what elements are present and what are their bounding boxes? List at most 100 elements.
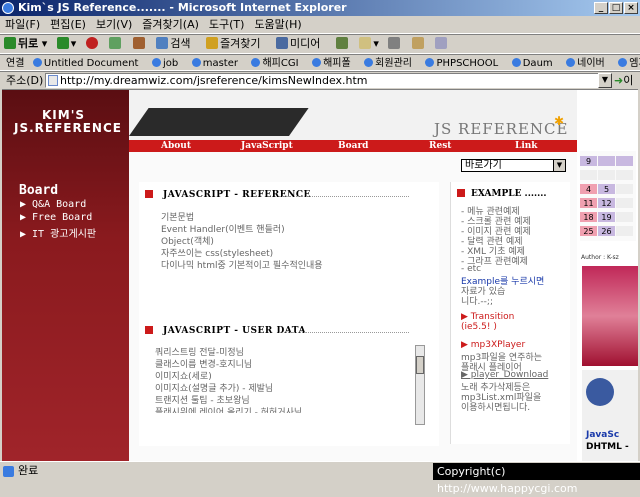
nav-rest[interactable]: Rest xyxy=(429,140,451,152)
transition-sub: (ie5.5! ) xyxy=(461,322,497,332)
favorites-button[interactable]: 즐겨찾기 xyxy=(206,35,266,53)
menu-edit[interactable]: 편집(E) xyxy=(45,16,91,34)
board-link-qa[interactable]: ▶ Q&A Board xyxy=(20,199,86,210)
stop-button[interactable] xyxy=(85,35,100,53)
address-input[interactable]: http://my.dreamwiz.com/jsreference/kimsN… xyxy=(45,73,599,88)
board-link-it-ad[interactable]: ▶ IT 광고게시판 xyxy=(20,225,96,240)
edit-button[interactable] xyxy=(411,35,426,53)
menu-bar: 파일(F) 편집(E) 보기(V) 즐겨찾기(A) 도구(T) 도움말(H) xyxy=(0,16,640,34)
link-item[interactable]: Daum xyxy=(511,56,558,70)
discuss-button[interactable] xyxy=(435,35,449,53)
link-label: 네이버 xyxy=(577,58,605,69)
refresh-icon xyxy=(109,37,122,49)
link-page-icon xyxy=(364,58,374,67)
nav-board[interactable]: Board xyxy=(338,140,368,152)
forward-button[interactable]: ▾ xyxy=(56,35,76,53)
link-item[interactable]: master xyxy=(191,56,243,70)
minimize-button[interactable]: _ xyxy=(594,2,608,14)
link-page-icon xyxy=(191,58,201,67)
userdata-scrollbar[interactable] xyxy=(415,345,425,425)
back-label: 뒤로 xyxy=(18,37,39,50)
menu-view[interactable]: 보기(V) xyxy=(91,16,137,34)
calendar-day[interactable]: 25 xyxy=(580,226,597,236)
link-item[interactable]: Untitled Document xyxy=(32,56,144,70)
link-item[interactable]: 회원관리 xyxy=(364,56,417,70)
ad-banner-image[interactable] xyxy=(582,266,638,366)
calendar-day[interactable]: 4 xyxy=(580,184,597,194)
calendar-day[interactable]: 9 xyxy=(580,156,597,166)
calendar-day[interactable]: 19 xyxy=(598,212,615,222)
nav-javascript[interactable]: JavaScript xyxy=(241,140,293,152)
menu-help[interactable]: 도움말(H) xyxy=(249,16,306,34)
page-icon xyxy=(48,75,58,86)
nav-about[interactable]: About xyxy=(161,140,191,152)
calendar-day[interactable] xyxy=(598,156,615,166)
link-page-icon xyxy=(312,58,322,67)
reference-item[interactable]: 다이나믹 html중 기본적이고 필수적인내용 xyxy=(161,258,323,271)
divider xyxy=(279,332,409,333)
edit-icon xyxy=(411,37,424,49)
ad-banner-javascript[interactable]: JavaSc DHTML - xyxy=(582,370,638,461)
menu-favorites[interactable]: 즐겨찾기(A) xyxy=(137,16,204,34)
forward-arrow-icon xyxy=(56,37,69,49)
print-button[interactable] xyxy=(388,35,402,53)
calendar-day[interactable]: 11 xyxy=(580,198,597,208)
home-icon xyxy=(132,37,145,49)
divider xyxy=(279,196,409,197)
link-item[interactable]: PHPSCHOOL xyxy=(425,56,503,70)
logo-line2: JS.REFERENCE xyxy=(14,121,122,135)
calendar-day[interactable] xyxy=(598,170,615,180)
userdata-heading: JAVASCRIPT - USER DATA xyxy=(163,326,306,336)
calendar-day[interactable] xyxy=(616,170,633,180)
star-icon: ✱ xyxy=(554,114,565,128)
userdata-box: JAVASCRIPT - USER DATA 쿼리스트링 전달-미정님 클래스이… xyxy=(139,321,439,446)
link-label: 회원관리 xyxy=(375,58,412,69)
links-bar: 연결 Untitled Document job master 해피CGI 해피… xyxy=(0,54,640,71)
back-button[interactable]: 뒤로 ▾ xyxy=(4,35,47,53)
userdata-item[interactable]: 플래시위에 레이어 올리기 - 허허거사님 xyxy=(155,405,302,413)
calendar-day[interactable]: 12 xyxy=(598,198,615,208)
bullet-icon xyxy=(457,189,465,197)
home-button[interactable] xyxy=(132,35,147,53)
history-button[interactable] xyxy=(335,35,350,53)
calendar-day[interactable] xyxy=(616,198,633,208)
close-button[interactable]: × xyxy=(624,2,638,14)
scrollbar-thumb[interactable] xyxy=(416,356,424,374)
calendar-day[interactable]: 18 xyxy=(580,212,597,222)
board-link-free[interactable]: ▶ Free Board xyxy=(20,212,92,223)
media-button[interactable]: 미디어 xyxy=(276,35,326,53)
search-button[interactable]: 검색 xyxy=(156,35,196,53)
calendar-day[interactable]: 5 xyxy=(598,184,615,194)
mp3-player-link[interactable]: ▶ mp3XPlayer xyxy=(461,340,525,350)
calendar-day[interactable] xyxy=(616,226,633,236)
link-item[interactable]: 해피CGI xyxy=(251,56,303,70)
back-arrow-icon xyxy=(4,37,16,49)
example-item[interactable]: - etc xyxy=(461,264,481,274)
calendar: 9 45 11 12 18 19 25 26 xyxy=(580,151,636,241)
calendar-day[interactable] xyxy=(616,156,633,166)
calendar-day[interactable]: 26 xyxy=(598,226,615,236)
address-dropdown-button[interactable]: ▼ xyxy=(598,73,612,88)
player-download-link[interactable]: ▶ player_Download xyxy=(461,370,548,380)
link-item[interactable]: 네이버 xyxy=(566,56,610,70)
favorites-label: 즐겨찾기 xyxy=(220,37,261,50)
link-item[interactable]: 엠파스 xyxy=(618,56,640,70)
author-label: Author : K-sz xyxy=(581,254,619,261)
stop-icon xyxy=(85,37,98,49)
menu-tools[interactable]: 도구(T) xyxy=(204,16,250,34)
refresh-button[interactable] xyxy=(109,35,123,53)
maximize-button[interactable]: □ xyxy=(609,2,623,14)
nav-link[interactable]: Link xyxy=(515,140,538,152)
transition-link[interactable]: ▶ Transition xyxy=(461,312,514,322)
calendar-day[interactable] xyxy=(616,184,633,194)
calendar-day[interactable] xyxy=(580,170,597,180)
quick-select[interactable]: 바로가기 ▼ xyxy=(461,159,566,172)
mail-button[interactable]: ▾ xyxy=(359,35,379,53)
link-label: job xyxy=(162,58,179,69)
link-item[interactable]: job xyxy=(151,56,183,70)
calendar-day[interactable] xyxy=(616,212,633,222)
link-item[interactable]: 해피폴 xyxy=(312,56,356,70)
address-url: http://my.dreamwiz.com/jsreference/kimsN… xyxy=(60,74,368,87)
example-note: 니다.--;; xyxy=(461,297,493,307)
menu-file[interactable]: 파일(F) xyxy=(0,16,45,34)
